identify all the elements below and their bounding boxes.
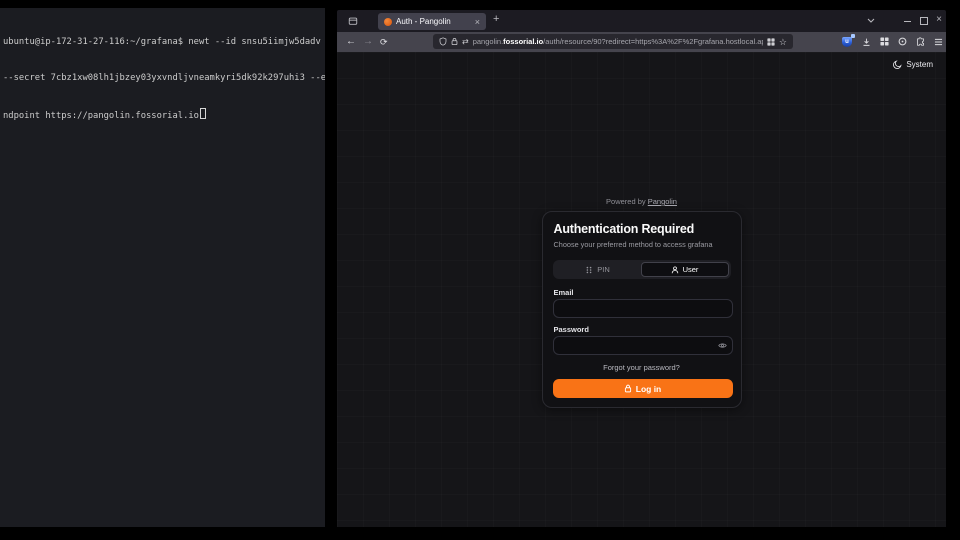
terminal-line: ndpoint https://pangolin.fossorial.io (3, 108, 322, 122)
minimize-icon[interactable] (904, 21, 911, 22)
show-password-eye-icon[interactable] (718, 342, 727, 349)
ublock-letter: u (842, 37, 852, 47)
lock-button-icon (624, 384, 632, 393)
url-text: pangolin.fossorial.io/auth/resource/90?r… (473, 37, 763, 46)
tab-bar: Auth - Pangolin × + × (337, 10, 946, 32)
url-bar[interactable]: ⇄ pangolin.fossorial.io/auth/resource/90… (433, 34, 793, 49)
extensions-puzzle-icon[interactable] (916, 37, 925, 46)
bookmark-star-icon[interactable]: ☆ (779, 37, 787, 47)
lock-icon[interactable] (451, 37, 458, 46)
record-circle-icon[interactable] (898, 37, 907, 46)
theme-label: System (906, 60, 933, 69)
terminal-line: ubuntu@ip-172-31-27-116:~/grafana$ newt … (3, 36, 322, 48)
browser-window: Auth - Pangolin × + × ← → ⟳ (337, 10, 946, 527)
moon-icon (893, 60, 902, 69)
terminal-line: --secret 7cbz1xw08lh1jbzey03yxvndljvneam… (3, 72, 322, 84)
ublock-badge (851, 34, 855, 38)
hamburger-menu-icon[interactable] (934, 38, 943, 46)
page-content: System Powered by Pangolin Authenticatio… (337, 52, 946, 527)
reload-icon[interactable]: ⟳ (380, 35, 388, 49)
forgot-password-link[interactable]: Forgot your password? (543, 363, 741, 372)
nav-toolbar: ← → ⟳ ⇄ pangolin.fossorial.io/auth/resou… (337, 32, 946, 52)
url-path: /auth/resource/90?redirect=https%3A%2F%2… (543, 37, 763, 46)
url-host-sub: pangolin. (473, 37, 503, 46)
auth-method-tabs: PIN User (553, 260, 731, 279)
browser-tab-auth-pangolin[interactable]: Auth - Pangolin × (378, 13, 486, 30)
tab-user-label: User (683, 266, 699, 274)
list-tabs-chevron-icon[interactable] (867, 18, 875, 23)
maximize-icon[interactable] (920, 17, 928, 25)
tab-title: Auth - Pangolin (396, 17, 471, 26)
email-field[interactable] (553, 299, 733, 318)
email-label: Email (554, 288, 574, 297)
user-icon (671, 266, 679, 274)
card-title: Authentication Required (554, 222, 730, 236)
desktop: ubuntu@ip-172-31-27-116:~/grafana$ newt … (0, 0, 960, 540)
powered-by: Powered by Pangolin (337, 197, 946, 206)
keypad-icon (585, 266, 593, 274)
tracking-shield-icon[interactable] (439, 37, 447, 46)
url-grid-icon[interactable] (767, 38, 775, 46)
tab-pin-label: PIN (597, 266, 610, 274)
new-tab-button[interactable]: + (493, 13, 499, 25)
card-subtitle: Choose your preferred method to access g… (554, 240, 730, 249)
apps-grid-icon[interactable] (880, 37, 889, 46)
login-button-label: Log in (636, 384, 662, 394)
login-button[interactable]: Log in (553, 379, 733, 398)
auth-card: Authentication Required Choose your pref… (542, 211, 742, 408)
theme-toggle[interactable]: System (893, 60, 933, 69)
ublock-extension-icon[interactable]: u (842, 36, 853, 47)
url-host-main: fossorial.io (503, 37, 543, 46)
terminal-window[interactable]: ubuntu@ip-172-31-27-116:~/grafana$ newt … (0, 8, 325, 527)
close-window-icon[interactable]: × (936, 14, 942, 25)
tab-pin[interactable]: PIN (555, 262, 641, 277)
downloads-icon[interactable] (862, 37, 871, 47)
password-label: Password (554, 325, 589, 334)
pangolin-link[interactable]: Pangolin (648, 197, 677, 206)
terminal-cursor (200, 108, 207, 119)
password-wrap (553, 336, 733, 355)
pangolin-favicon-icon (384, 18, 392, 26)
permissions-swap-icon[interactable]: ⇄ (462, 37, 469, 47)
firefox-view-icon[interactable] (348, 16, 358, 26)
close-tab-icon[interactable]: × (475, 17, 480, 27)
forward-icon[interactable]: → (363, 35, 373, 49)
password-field[interactable] (553, 336, 733, 355)
tab-user[interactable]: User (641, 262, 729, 277)
back-icon[interactable]: ← (346, 35, 356, 49)
